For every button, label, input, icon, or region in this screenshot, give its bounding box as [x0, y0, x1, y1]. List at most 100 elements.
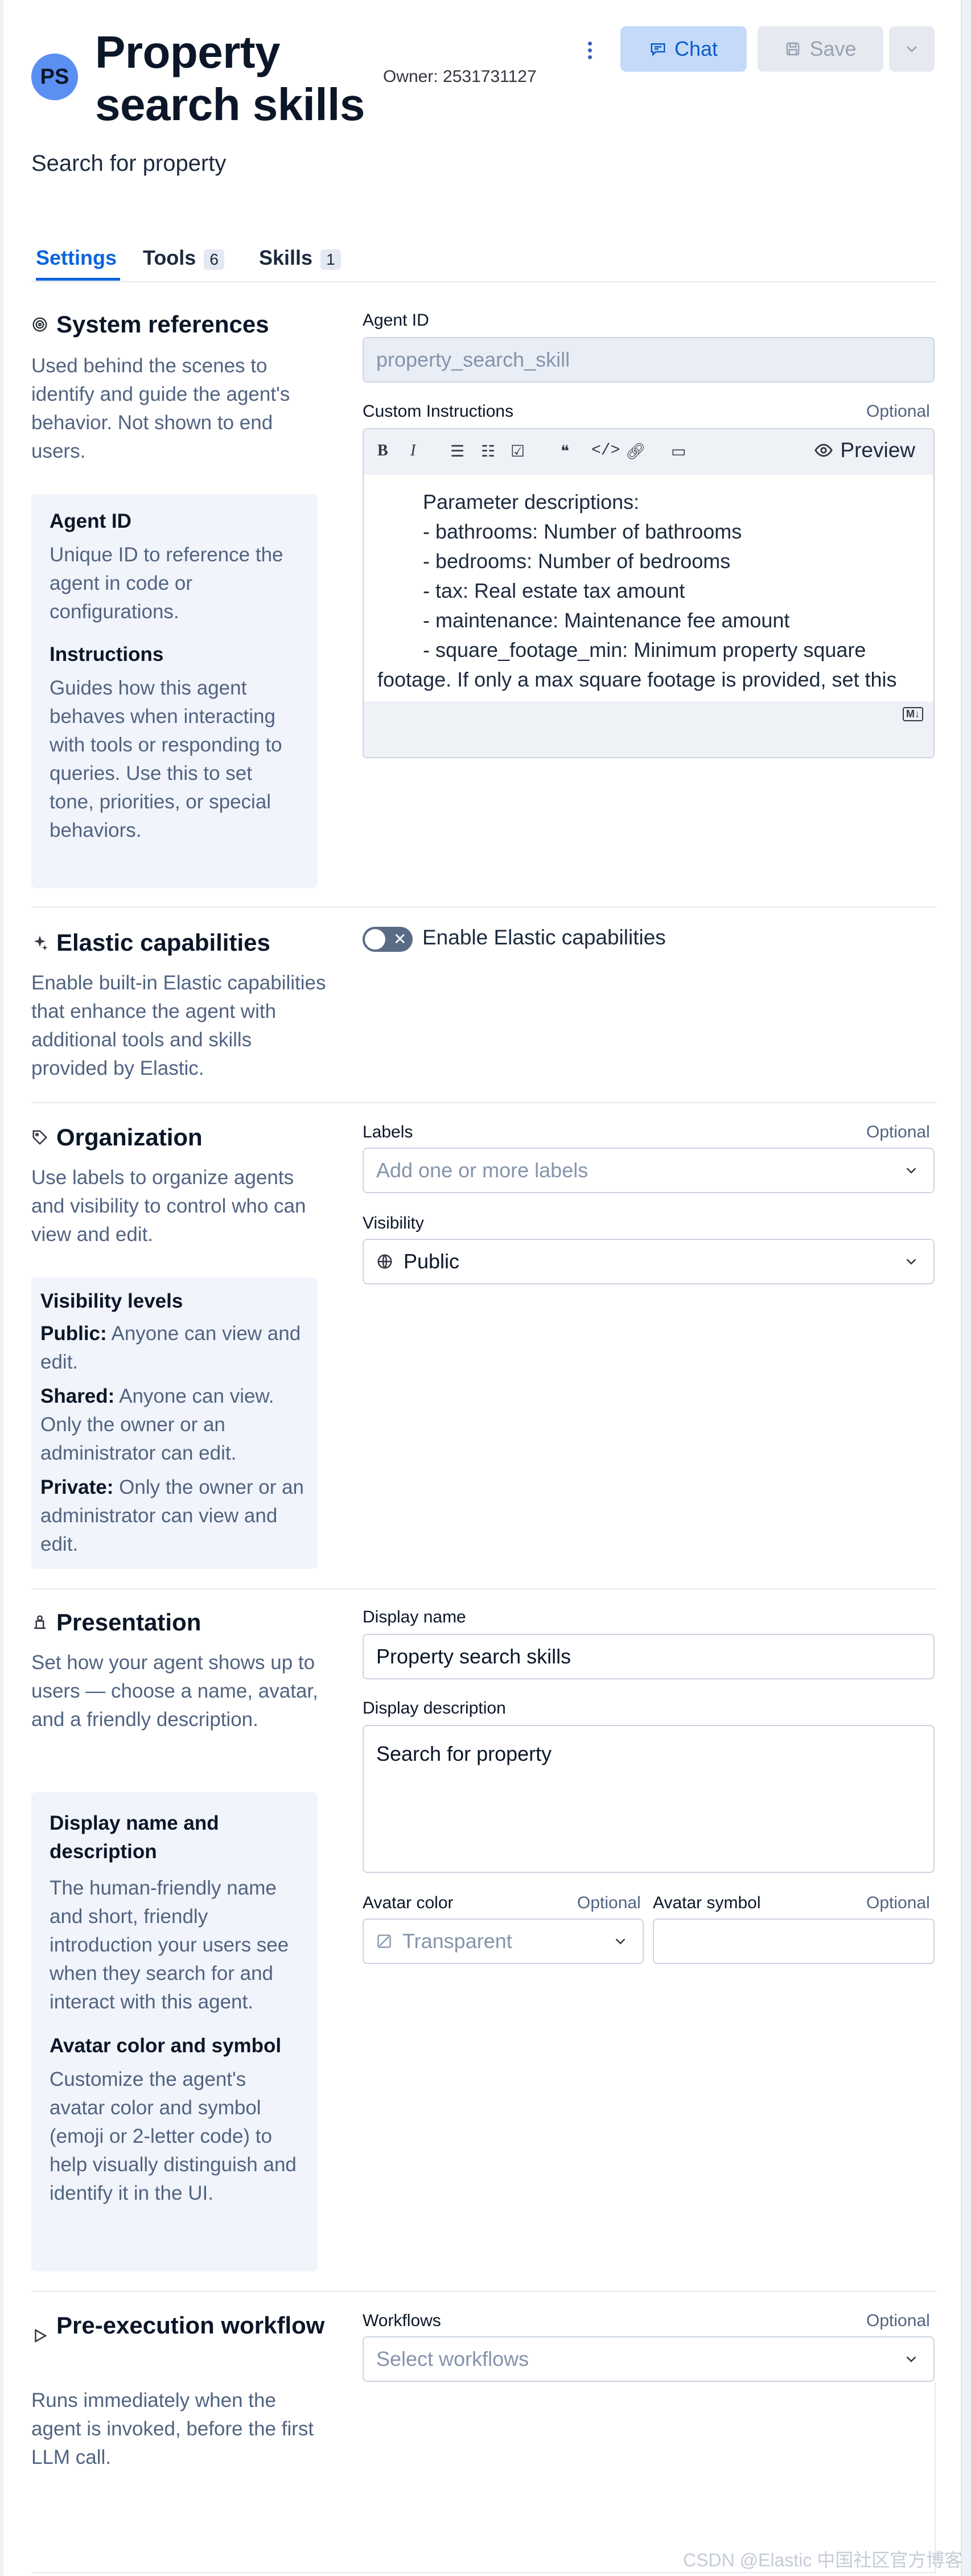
preview-button[interactable]: Preview [814, 438, 915, 462]
instructions-text: Parameter descriptions: - bathrooms: Num… [377, 490, 897, 701]
content-edge [935, 2382, 936, 2572]
labels-combobox[interactable]: Add one or more labels [363, 1148, 935, 1193]
save-button-label: Save [809, 37, 857, 60]
system-references-help-panel: Agent ID Unique ID to reference the agen… [31, 494, 318, 888]
window-left-edge [0, 0, 3, 2576]
custom-instructions-editor[interactable]: B I ☰ ☷ ☑ ❝ </> 🔗︎ ▭ Preview Parameter d… [363, 428, 935, 758]
display-description-label: Display description [363, 1699, 506, 1718]
avatar-color-optional: Optional [577, 1893, 641, 1912]
italic-icon[interactable]: I [410, 442, 415, 460]
toggle-off-icon: ✕ [393, 930, 407, 948]
display-name-label: Display name [363, 1608, 466, 1626]
globe-icon [377, 1254, 392, 1269]
help-heading-instructions: Instructions [50, 643, 164, 665]
visibility-levels-panel: Visibility levels Public: Anyone can vie… [31, 1277, 318, 1569]
save-options-button[interactable] [889, 26, 935, 72]
chat-button[interactable]: Chat [620, 26, 747, 72]
presentation-title: Presentation [31, 1609, 201, 1636]
link-icon[interactable]: 🔗︎ [626, 442, 646, 461]
agent-avatar: PS [31, 54, 78, 100]
quote-icon[interactable]: ❝ [561, 442, 569, 461]
editor-text-area[interactable]: Parameter descriptions: - bathrooms: Num… [364, 475, 933, 701]
save-icon [787, 42, 800, 56]
markdown-icon: M↓ [903, 707, 923, 721]
avatar-color-select[interactable]: Transparent [363, 1918, 644, 1964]
target-icon [32, 317, 47, 332]
editor-footer: M↓ [364, 701, 933, 757]
display-name-input[interactable]: Property search skills [363, 1634, 935, 1679]
help-heading-avatar: Avatar color and symbol [50, 2035, 282, 2057]
numbered-list-icon[interactable]: ☷ [481, 442, 495, 461]
elastic-capabilities-toggle[interactable]: ✕ [363, 927, 413, 952]
code-icon[interactable]: </> [591, 442, 620, 459]
agent-id-label: Agent ID [363, 311, 429, 330]
chevron-down-icon [615, 1938, 626, 1945]
workflows-optional: Optional [866, 2311, 930, 2330]
organization-title: Organization [31, 1124, 203, 1151]
chevron-down-icon [906, 2356, 916, 2363]
visibility-level-shared: Shared: Anyone can view. Only the owner … [40, 1385, 274, 1464]
help-text-avatar: Customize the agent's avatar color and s… [50, 2068, 297, 2204]
save-button[interactable]: Save [758, 26, 883, 72]
active-tab-indicator [36, 278, 120, 281]
workflows-combobox[interactable]: Select workflows [363, 2336, 935, 2382]
help-text-display-name: The human-friendly name and short, frien… [50, 1877, 289, 2013]
comment-icon[interactable]: ▭ [671, 442, 686, 461]
visibility-select[interactable]: Public [363, 1239, 935, 1284]
presentation-icon [34, 1615, 46, 1629]
presentation-description: Set how your agent shows up to users — c… [31, 1651, 318, 1731]
toggle-knob [365, 929, 385, 950]
skills-count-badge: 1 [320, 249, 341, 270]
avatar-symbol-label: Avatar symbol [653, 1893, 761, 1912]
bullet-list-icon[interactable]: ☰ [450, 442, 464, 461]
section-divider [31, 906, 936, 907]
elastic-capabilities-toggle-label: Enable Elastic capabilities [422, 926, 666, 949]
labels-label: Labels [363, 1123, 413, 1141]
organization-description: Use labels to organize agents and visibi… [31, 1166, 306, 1246]
labels-optional: Optional [866, 1123, 930, 1141]
editor-toolbar: B I ☰ ☷ ☑ ❝ </> 🔗︎ ▭ Preview [364, 429, 933, 476]
display-description-textarea[interactable]: Search for property [363, 1725, 935, 1873]
play-icon [35, 2328, 47, 2343]
elastic-capabilities-description: Enable built-in Elastic capabilities tha… [31, 972, 326, 1079]
help-heading-agent-id: Agent ID [50, 510, 131, 532]
tag-icon [32, 1130, 48, 1145]
avatar-symbol-optional: Optional [866, 1893, 930, 1912]
chevron-down-icon [907, 46, 917, 52]
watermark-text: CSDN @Elastic 中国社区官方博客 [683, 2550, 963, 2570]
scrollbar-track[interactable] [961, 0, 971, 2576]
custom-instructions-label: Custom Instructions [363, 402, 514, 421]
checklist-icon[interactable]: ☑ [511, 442, 525, 461]
owner-label: Owner: 2531731127 [383, 67, 537, 86]
transparent-swatch-icon [377, 1934, 391, 1948]
visibility-level-private: Private: Only the owner or an administra… [40, 1476, 305, 1555]
avatar-symbol-input[interactable] [653, 1918, 935, 1964]
workflows-label: Workflows [363, 2311, 441, 2330]
custom-instructions-optional: Optional [866, 402, 930, 421]
tools-count-badge: 6 [204, 249, 224, 270]
system-references-description: Used behind the scenes to identify and g… [31, 355, 290, 462]
eye-icon [814, 443, 833, 457]
section-divider [31, 1102, 936, 1103]
tab-settings[interactable]: Settings [36, 246, 117, 270]
more-actions-icon[interactable] [579, 39, 600, 61]
help-heading-display-name: Display name and description [50, 1812, 219, 1863]
avatar-color-label: Avatar color [363, 1893, 454, 1912]
sparkles-icon [34, 935, 48, 951]
elastic-capabilities-title: Elastic capabilities [31, 929, 270, 956]
chevron-down-icon [906, 1168, 916, 1174]
system-references-title: System references [31, 311, 269, 338]
bold-icon[interactable]: B [377, 442, 388, 460]
tab-tools[interactable]: Tools 6 [143, 246, 224, 270]
section-divider [31, 1588, 936, 1589]
page-subtitle: Search for property [31, 151, 227, 176]
tab-skills[interactable]: Skills 1 [259, 246, 341, 270]
help-text-instructions: Guides how this agent behaves when inter… [50, 677, 282, 841]
agent-id-field[interactable]: property_search_skill [363, 337, 935, 383]
page-title: Property search skills [95, 27, 365, 130]
visibility-levels-heading: Visibility levels [40, 1290, 183, 1312]
tab-bar: Settings Tools 6 Skills 1 [31, 233, 936, 282]
pre-execution-title: Pre-execution workflow [31, 2309, 327, 2344]
chat-button-label: Chat [674, 37, 718, 60]
section-divider [31, 2291, 936, 2292]
